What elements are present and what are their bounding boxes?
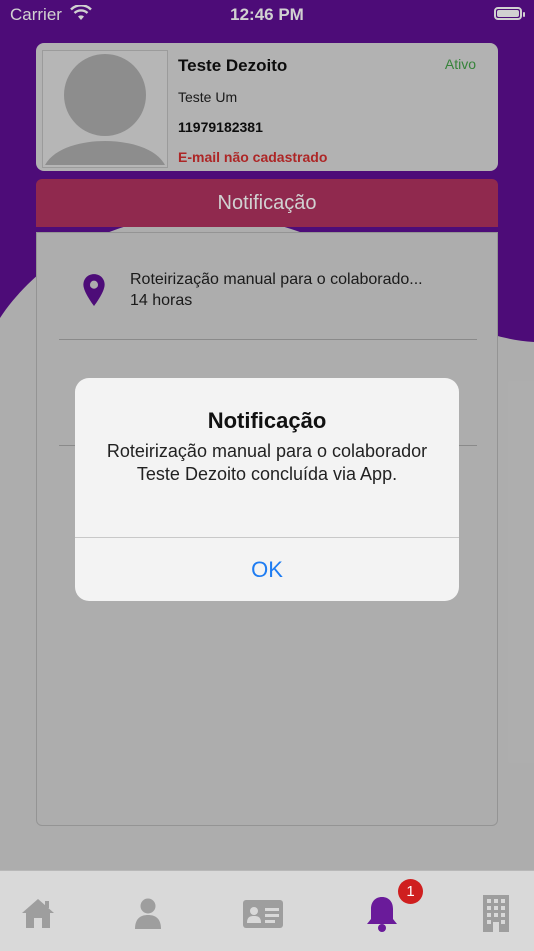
alert-message: Roteirização manual para o colaborador T…	[106, 441, 428, 484]
bell-icon	[367, 897, 397, 932]
ok-button[interactable]: OK	[75, 538, 459, 601]
tab-company[interactable]	[476, 893, 516, 933]
id-card-icon	[243, 900, 283, 928]
tab-home[interactable]	[18, 893, 58, 933]
tab-notifications[interactable]	[362, 893, 402, 933]
person-icon	[135, 898, 161, 929]
home-icon	[22, 899, 54, 928]
alert-dialog: Notificação Roteirização manual para o c…	[75, 378, 459, 601]
alert-title: Notificação	[207, 408, 327, 433]
notifications-badge: 1	[398, 879, 423, 904]
tab-bar	[0, 870, 534, 951]
tab-profile[interactable]	[128, 893, 168, 933]
building-icon	[483, 895, 509, 932]
tab-id-card[interactable]	[242, 893, 284, 933]
